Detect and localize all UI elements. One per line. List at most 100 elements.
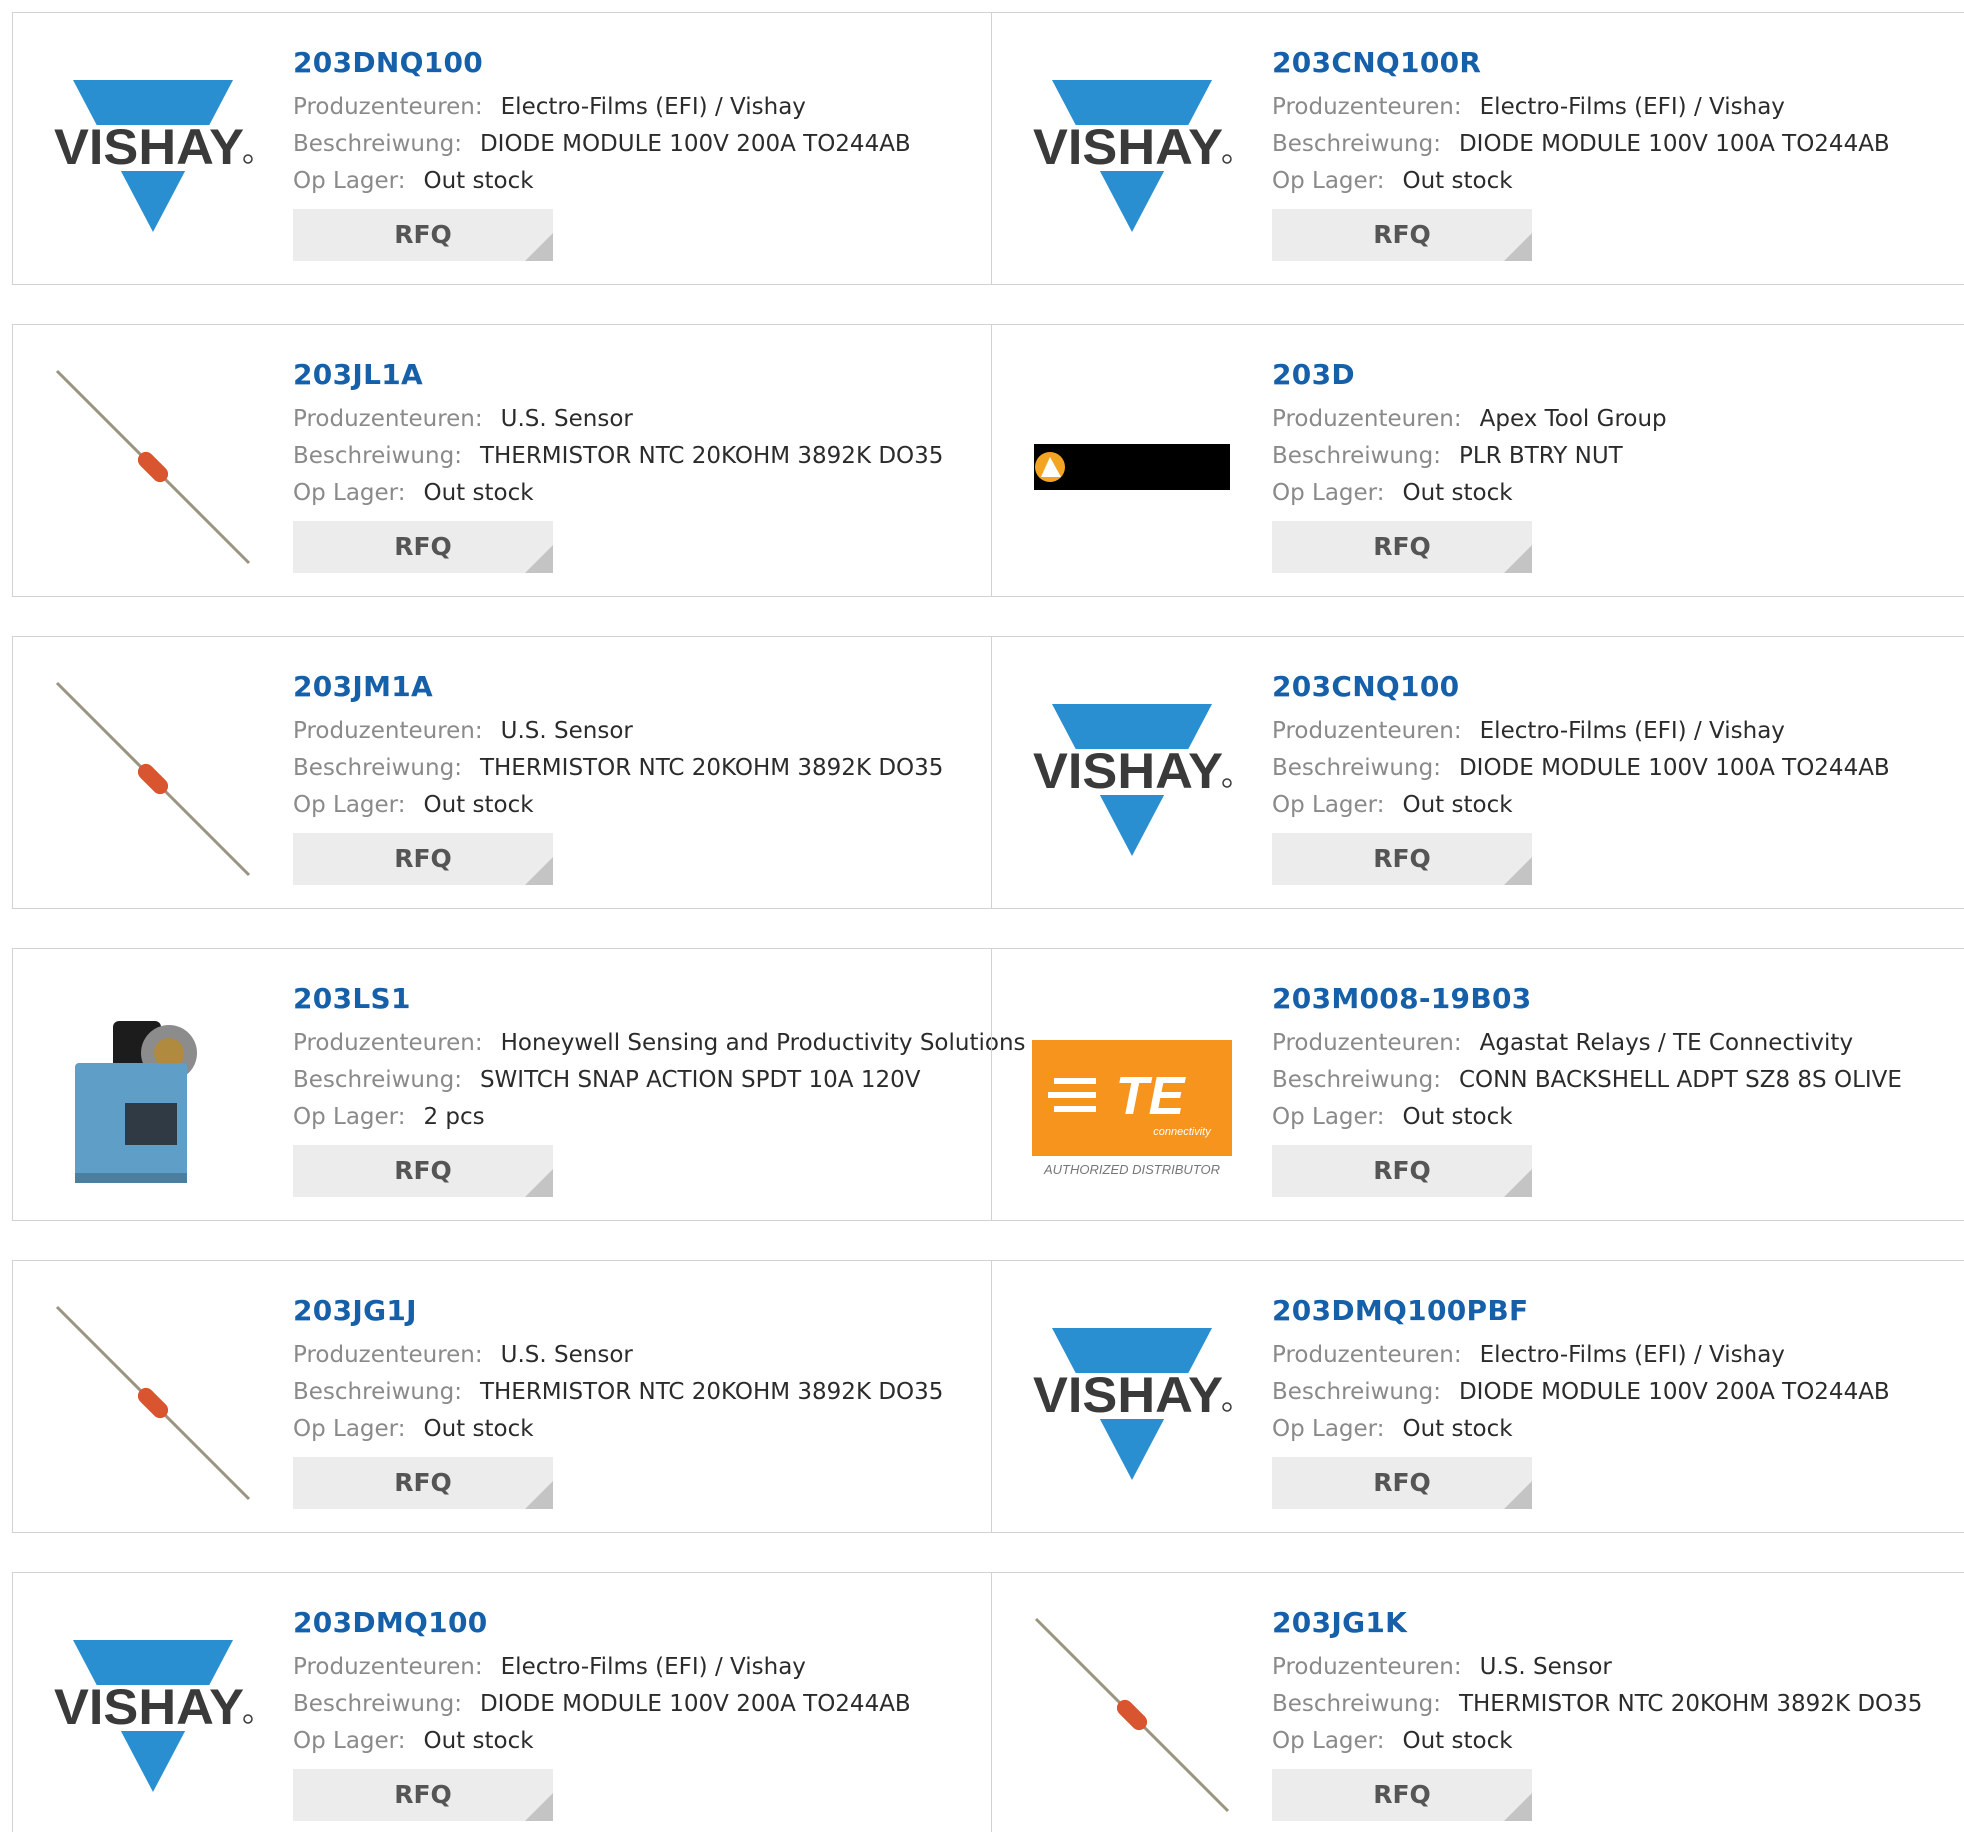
product-info: 203JG1K Produzenteuren: U.S. Sensor Besch… [1272, 1603, 1961, 1821]
product-image[interactable] [53, 991, 253, 1191]
manufacturer-label: Produzenteuren: [1272, 406, 1462, 432]
part-number-link[interactable]: 203CNQ100 [1272, 667, 1961, 707]
part-number-link[interactable]: 203JL1A [293, 355, 983, 395]
description-label: Beschreiwung: [293, 443, 462, 469]
manufacturer-row: Produzenteuren: U.S. Sensor [293, 713, 983, 750]
product-image[interactable]: VISHAY [53, 1615, 253, 1815]
description-row: Beschreiwung: THERMISTOR NTC 20KOHM 3892K… [1272, 1686, 1961, 1723]
description-label: Beschreiwung: [1272, 755, 1441, 781]
part-number-link[interactable]: 203JG1K [1272, 1603, 1961, 1643]
svg-text:VISHAY: VISHAY [54, 1679, 244, 1735]
manufacturer-label: Produzenteuren: [293, 718, 483, 744]
part-number-link[interactable]: 203M008-19B03 [1272, 979, 1961, 1019]
product-image[interactable]: VISHAY [1032, 1303, 1232, 1503]
thermistor-icon [55, 369, 251, 565]
apex-tool-group-logo-icon [1034, 444, 1230, 490]
stock-label: Op Lager: [293, 1104, 406, 1130]
description-value: THERMISTOR NTC 20KOHM 3892K DO35 [479, 1379, 944, 1405]
rfq-button[interactable]: RFQ [1272, 1457, 1532, 1509]
svg-text:connectivity: connectivity [1153, 1126, 1212, 1138]
part-number-link[interactable]: 203DMQ100 [293, 1603, 983, 1643]
product-row: 203JG1J Produzenteuren: U.S. Sensor Besch… [12, 1260, 1964, 1533]
vishay-logo-icon: VISHAY [53, 80, 253, 232]
rfq-button[interactable]: RFQ [1272, 1145, 1532, 1197]
stock-row: Op Lager: Out stock [1272, 1723, 1961, 1760]
part-number-link[interactable]: 203DNQ100 [293, 43, 983, 83]
manufacturer-row: Produzenteuren: Electro-Films (EFI) / Vis… [1272, 1337, 1961, 1374]
manufacturer-row: Produzenteuren: U.S. Sensor [293, 401, 983, 438]
rfq-button[interactable]: RFQ [1272, 521, 1532, 573]
product-image[interactable] [1032, 1615, 1232, 1815]
manufacturer-row: Produzenteuren: Electro-Films (EFI) / Vis… [293, 89, 983, 126]
part-number-link[interactable]: 203DMQ100PBF [1272, 1291, 1961, 1331]
description-row: Beschreiwung: SWITCH SNAP ACTION SPDT 10A… [293, 1062, 983, 1099]
part-number-link[interactable]: 203LS1 [293, 979, 983, 1019]
stock-row: Op Lager: Out stock [1272, 475, 1961, 512]
product-card: VISHAY 203CNQ100R Produzenteuren: Electro… [991, 13, 1964, 284]
product-info: 203CNQ100 Produzenteuren: Electro-Films (… [1272, 667, 1961, 885]
description-value: DIODE MODULE 100V 100A TO244AB [1458, 755, 1890, 781]
product-image[interactable]: VISHAY [1032, 679, 1232, 879]
product-grid: VISHAY 203DNQ100 Produzenteuren: Electro-… [0, 0, 1964, 1833]
rfq-label: RFQ [394, 532, 452, 561]
stock-row: Op Lager: Out stock [293, 787, 983, 824]
part-number-link[interactable]: 203CNQ100R [1272, 43, 1961, 83]
product-card: VISHAY 203DMQ100 Produzenteuren: Electro-… [13, 1573, 991, 1832]
product-card: VISHAY 203CNQ100 Produzenteuren: Electro-… [991, 637, 1964, 908]
product-info: 203DMQ100PBF Produzenteuren: Electro-Film… [1272, 1291, 1961, 1509]
part-number-link[interactable]: 203JG1J [293, 1291, 983, 1331]
rfq-corner-decoration [1504, 545, 1532, 573]
rfq-label: RFQ [1373, 220, 1431, 249]
manufacturer-value: Apex Tool Group [1479, 406, 1667, 432]
product-image[interactable] [53, 679, 253, 879]
manufacturer-value: Electro-Films (EFI) / Vishay [500, 94, 806, 120]
product-image[interactable] [1032, 367, 1232, 567]
rfq-button[interactable]: RFQ [293, 833, 553, 885]
rfq-button[interactable]: RFQ [293, 1145, 553, 1197]
product-image[interactable]: TE connectivity AUTHORIZED DISTRIBUTOR [1032, 1005, 1232, 1205]
product-card: 203JG1K Produzenteuren: U.S. Sensor Besch… [991, 1573, 1964, 1832]
manufacturer-value: U.S. Sensor [500, 718, 633, 744]
description-row: Beschreiwung: DIODE MODULE 100V 200A TO24… [1272, 1374, 1961, 1411]
stock-label: Op Lager: [1272, 480, 1385, 506]
product-card: 203LS1 Produzenteuren: Honeywell Sensing … [13, 949, 1026, 1220]
part-number-link[interactable]: 203D [1272, 355, 1961, 395]
product-row: VISHAY 203DMQ100 Produzenteuren: Electro-… [12, 1572, 1964, 1832]
description-label: Beschreiwung: [1272, 443, 1441, 469]
manufacturer-label: Produzenteuren: [293, 406, 483, 432]
stock-value: Out stock [423, 480, 534, 506]
rfq-button[interactable]: RFQ [1272, 1769, 1532, 1821]
rfq-corner-decoration [525, 857, 553, 885]
rfq-label: RFQ [394, 1780, 452, 1809]
rfq-button[interactable]: RFQ [293, 521, 553, 573]
stock-value: Out stock [423, 792, 534, 818]
rfq-button[interactable]: RFQ [293, 209, 553, 261]
rfq-button[interactable]: RFQ [293, 1457, 553, 1509]
svg-text:TE: TE [1115, 1066, 1186, 1126]
stock-label: Op Lager: [1272, 168, 1385, 194]
stock-value: Out stock [1402, 1728, 1513, 1754]
te-connectivity-logo-icon: TEconnectivity AUTHORIZED DISTRIBUTOR [1032, 1040, 1232, 1177]
rfq-button[interactable]: RFQ [1272, 833, 1532, 885]
rfq-corner-decoration [1504, 1169, 1532, 1197]
product-image[interactable]: VISHAY [1032, 55, 1232, 255]
product-image[interactable] [53, 1303, 253, 1503]
description-value: DIODE MODULE 100V 200A TO244AB [1458, 1379, 1890, 1405]
manufacturer-row: Produzenteuren: Electro-Films (EFI) / Vis… [293, 1649, 983, 1686]
manufacturer-value: Electro-Films (EFI) / Vishay [1479, 718, 1785, 744]
description-row: Beschreiwung: CONN BACKSHELL ADPT SZ8 8S … [1272, 1062, 1961, 1099]
rfq-button[interactable]: RFQ [293, 1769, 553, 1821]
rfq-button[interactable]: RFQ [1272, 209, 1532, 261]
product-image[interactable]: VISHAY [53, 55, 253, 255]
description-label: Beschreiwung: [1272, 1067, 1441, 1093]
svg-text:VISHAY: VISHAY [54, 119, 244, 175]
stock-value: 2 pcs [423, 1104, 485, 1130]
part-number-link[interactable]: 203JM1A [293, 667, 983, 707]
stock-value: Out stock [1402, 792, 1513, 818]
product-image[interactable] [53, 367, 253, 567]
product-info: 203JL1A Produzenteuren: U.S. Sensor Besch… [293, 355, 983, 573]
description-value: CONN BACKSHELL ADPT SZ8 8S OLIVE [1458, 1067, 1902, 1093]
rfq-corner-decoration [525, 1169, 553, 1197]
manufacturer-value: Honeywell Sensing and Productivity Solut… [500, 1030, 1026, 1056]
product-info: 203JM1A Produzenteuren: U.S. Sensor Besch… [293, 667, 983, 885]
